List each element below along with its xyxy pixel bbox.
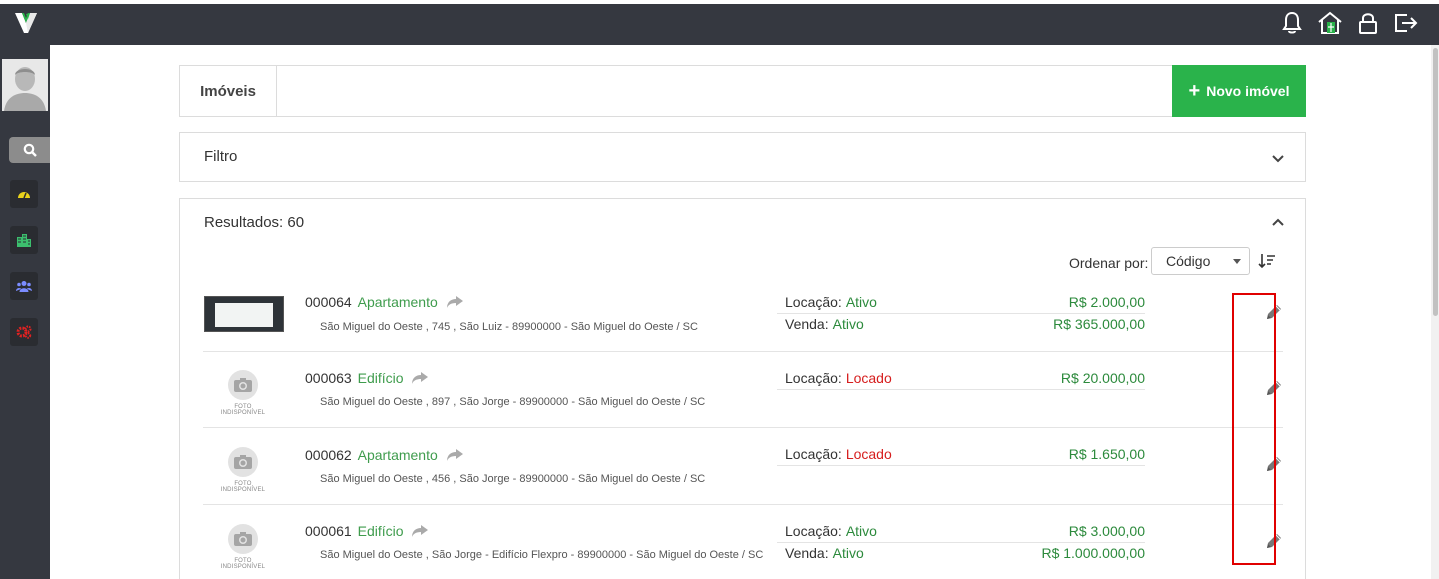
plus-icon: + xyxy=(1188,80,1201,102)
new-property-button[interactable]: + Novo imóvel xyxy=(1172,65,1306,117)
deal-price: R$ 1.000.000,00 xyxy=(1041,545,1145,561)
listing-title: 000062 Apartamento xyxy=(305,447,464,463)
sort-direction-icon[interactable] xyxy=(1258,252,1276,270)
page-title: Imóveis xyxy=(180,66,277,116)
bell-icon[interactable] xyxy=(1279,10,1305,36)
deal-rental: Locação: Locado R$ 20.000,00 xyxy=(777,368,1145,390)
listing-address: São Miguel do Oeste , São Jorge - Edifíc… xyxy=(320,549,764,561)
no-photo-text: FOTO INDISPONÍVEL xyxy=(220,404,266,416)
deal-label: Locação: xyxy=(785,294,842,310)
deal-rental: Locação: Locado R$ 1.650,00 xyxy=(777,444,1145,466)
deal-price: R$ 365.000,00 xyxy=(1053,316,1145,332)
camera-icon xyxy=(234,455,252,469)
users-icon xyxy=(16,281,32,292)
logout-icon[interactable] xyxy=(1393,10,1419,36)
top-edge xyxy=(0,0,1439,4)
buildings-icon xyxy=(17,234,31,247)
deal-status: Ativo xyxy=(832,316,864,332)
sort-value: Código xyxy=(1166,253,1211,269)
property-thumbnail[interactable] xyxy=(204,296,284,332)
share-icon[interactable] xyxy=(446,295,464,309)
listing-type-link[interactable]: Apartamento xyxy=(358,294,438,310)
listing-address: São Miguel do Oeste , 897 , São Jorge - … xyxy=(320,396,706,408)
share-icon[interactable] xyxy=(411,524,429,538)
listing-row: FOTO INDISPONÍVEL 000062 Apartamento São… xyxy=(203,429,1283,505)
settings-icon xyxy=(16,325,32,339)
app-logo[interactable] xyxy=(14,10,38,36)
edit-column-highlight xyxy=(1232,293,1276,565)
camera-icon xyxy=(234,532,252,546)
deal-label: Locação: xyxy=(785,523,842,539)
deal-sale: Venda: Ativo R$ 1.000.000,00 xyxy=(777,543,1145,565)
listing-title: 000063 Edifício xyxy=(305,370,429,386)
listing-code: 000061 xyxy=(305,523,352,539)
sidebar-item-properties[interactable] xyxy=(10,226,38,254)
listing-row: FOTO INDISPONÍVEL 000063 Edifício São Mi… xyxy=(203,352,1283,428)
listing-code: 000062 xyxy=(305,447,352,463)
no-photo-text: FOTO INDISPONÍVEL xyxy=(220,558,266,570)
listing-title: 000061 Edifício xyxy=(305,523,429,539)
no-photo-placeholder[interactable]: FOTO INDISPONÍVEL xyxy=(213,524,273,570)
filter-panel[interactable]: Filtro xyxy=(179,132,1306,182)
listing-row: 000064 Apartamento São Miguel do Oeste ,… xyxy=(203,276,1283,352)
listing-type-link[interactable]: Edifício xyxy=(358,523,404,539)
listing-row: FOTO INDISPONÍVEL 000061 Edifício São Mi… xyxy=(203,506,1283,579)
top-icons xyxy=(1279,10,1419,36)
listing-code: 000063 xyxy=(305,370,352,386)
deal-label: Venda: xyxy=(785,545,829,561)
no-photo-placeholder[interactable]: FOTO INDISPONÍVEL xyxy=(213,447,273,493)
avatar[interactable] xyxy=(2,59,48,111)
search-icon xyxy=(23,143,37,157)
share-icon[interactable] xyxy=(411,371,429,385)
deal-status: Ativo xyxy=(832,545,864,561)
sidebar-item-settings[interactable] xyxy=(10,318,38,346)
deal-rental: Locação: Ativo R$ 2.000,00 xyxy=(777,292,1145,314)
lock-icon[interactable] xyxy=(1355,10,1381,36)
dashboard-icon xyxy=(18,192,30,199)
listing-type-link[interactable]: Apartamento xyxy=(358,447,438,463)
deal-label: Venda: xyxy=(785,316,829,332)
deal-price: R$ 20.000,00 xyxy=(1060,370,1145,386)
deal-status: Ativo xyxy=(845,523,877,539)
results-panel: Resultados: 60 Ordenar por: Código 00006… xyxy=(179,198,1306,579)
deal-label: Locação: xyxy=(785,446,842,462)
listing-address: São Miguel do Oeste , 456 , São Jorge - … xyxy=(320,473,706,485)
top-bar xyxy=(0,0,1439,45)
camera-icon xyxy=(234,378,252,392)
sort-select[interactable]: Código xyxy=(1151,247,1250,275)
sidebar xyxy=(0,45,50,579)
listing-type-link[interactable]: Edifício xyxy=(358,370,404,386)
deal-price: R$ 2.000,00 xyxy=(1068,294,1145,310)
results-count: Resultados: 60 xyxy=(204,214,305,231)
chevron-down-icon[interactable] xyxy=(1271,152,1285,166)
sidebar-item-dashboard[interactable] xyxy=(10,180,38,208)
deal-label: Locação: xyxy=(785,370,842,386)
header-panel: Imóveis + Novo imóvel xyxy=(179,65,1306,117)
share-icon[interactable] xyxy=(446,448,464,462)
deal-price: R$ 1.650,00 xyxy=(1068,446,1145,462)
listing-address: São Miguel do Oeste , 745 , São Luiz - 8… xyxy=(320,321,698,333)
scrollbar-thumb[interactable] xyxy=(1433,48,1438,316)
deal-sale: Venda: Ativo R$ 365.000,00 xyxy=(777,314,1145,336)
sidebar-search-button[interactable] xyxy=(9,137,50,163)
sidebar-item-users[interactable] xyxy=(10,272,38,300)
deal-price: R$ 3.000,00 xyxy=(1068,523,1145,539)
deal-status: Locado xyxy=(845,446,892,462)
new-property-label: Novo imóvel xyxy=(1206,83,1290,99)
home-icon[interactable] xyxy=(1317,10,1343,36)
no-photo-text: FOTO INDISPONÍVEL xyxy=(220,481,266,493)
no-photo-placeholder[interactable]: FOTO INDISPONÍVEL xyxy=(213,370,273,416)
listing-code: 000064 xyxy=(305,294,352,310)
chevron-up-icon[interactable] xyxy=(1271,215,1285,229)
sort-label: Ordenar por: xyxy=(1069,255,1149,271)
caret-down-icon xyxy=(1233,259,1241,264)
filter-label: Filtro xyxy=(204,148,238,165)
deal-status: Locado xyxy=(845,370,892,386)
deal-status: Ativo xyxy=(845,294,877,310)
deal-rental: Locação: Ativo R$ 3.000,00 xyxy=(777,521,1145,543)
listing-title: 000064 Apartamento xyxy=(305,294,464,310)
